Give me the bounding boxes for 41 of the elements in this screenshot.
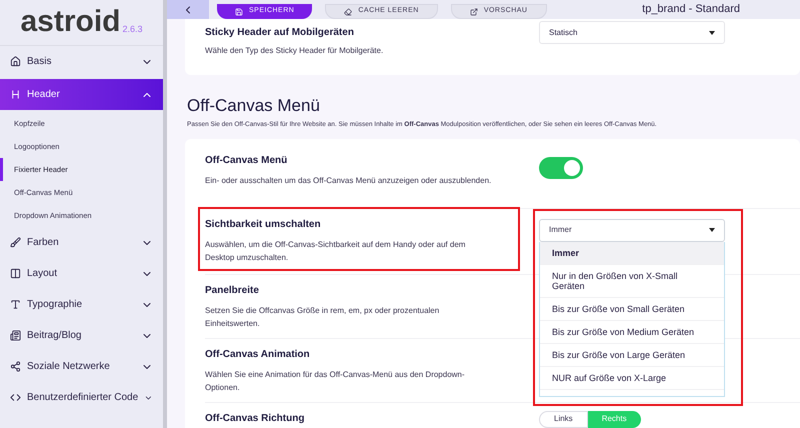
sidebar-item[interactable]: Beitrag/Blog bbox=[0, 320, 163, 351]
sidebar-item[interactable]: Benutzerdefinierter Code bbox=[0, 382, 163, 413]
setting-title: Off-Canvas Animation bbox=[205, 348, 311, 362]
sidebar-item[interactable]: Soziale Netzwerke bbox=[0, 351, 163, 382]
columns-icon bbox=[10, 268, 21, 279]
newspaper-icon bbox=[10, 330, 21, 341]
code-icon bbox=[10, 392, 21, 403]
setting-description: Wählen Sie eine Animation für das Off-Canvas-Menü aus den Dropdown-Optionen. bbox=[205, 368, 466, 394]
sidebar-item[interactable]: Header bbox=[0, 79, 163, 110]
app-version: 2.6.3 bbox=[122, 22, 143, 36]
toggle-switch[interactable] bbox=[539, 156, 583, 179]
external-link-icon bbox=[470, 8, 478, 16]
setting-title: Off-Canvas Menü bbox=[205, 154, 288, 168]
setting-description: Setzen Sie die Offcanvas Größe in rem, em, px oder prozentualen Einheitswerten. bbox=[205, 304, 440, 330]
setting-title: Sticky Header auf Mobilgeräten bbox=[205, 26, 355, 40]
dropdown-option[interactable]: Immer bbox=[540, 242, 724, 265]
setting-title: Sichtbarkeit umschalten bbox=[205, 218, 322, 232]
letter-icon bbox=[10, 299, 21, 310]
brush-icon bbox=[10, 237, 21, 248]
caret-icon bbox=[709, 228, 715, 232]
heading-icon bbox=[10, 89, 21, 100]
template-title: tp_brand - Standard bbox=[642, 4, 740, 15]
select-field[interactable]: Statisch bbox=[539, 21, 725, 44]
sidebar-item[interactable]: Layout bbox=[0, 258, 163, 289]
setting-description: Wähle den Typ des Sticky Header für Mobilgeräte. bbox=[205, 45, 384, 57]
setting-title: Off-Canvas Richtung bbox=[205, 412, 306, 426]
home-icon bbox=[10, 56, 21, 67]
segment-button[interactable]: Links bbox=[539, 410, 588, 428]
setting-title: Panelbreite bbox=[205, 284, 260, 298]
sidebar-item[interactable]: Basis bbox=[0, 46, 163, 77]
sidebar-item[interactable]: Farben bbox=[0, 227, 163, 258]
setting-description: Auswählen, um die Off-Canvas-Sichtbarkeit auf dem Handy oder auf dem Desktop umzuschalten. bbox=[205, 238, 466, 264]
app-logo: astroid bbox=[20, 7, 120, 37]
select-field[interactable]: Immer bbox=[539, 218, 725, 242]
section-title: Off-Canvas Menü bbox=[187, 96, 321, 116]
caret-icon bbox=[709, 30, 715, 34]
eraser-icon bbox=[344, 8, 352, 16]
sidebar-item[interactable]: Typographie bbox=[0, 289, 163, 320]
setting-description: Ein- oder ausschalten um das Off-Canvas Menü anzuzeigen oder auszublenden. bbox=[205, 174, 492, 187]
share-icon bbox=[10, 361, 21, 372]
save-icon bbox=[235, 8, 243, 16]
